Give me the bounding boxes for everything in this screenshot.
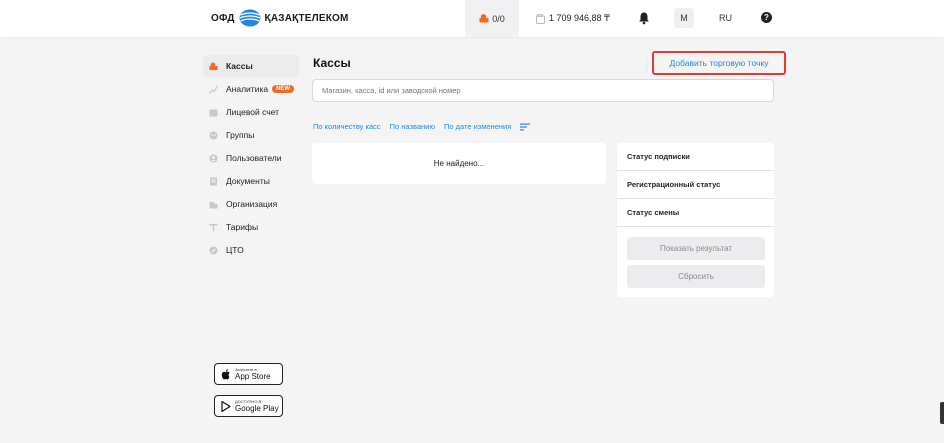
sort-by-name[interactable]: По названию xyxy=(390,122,435,131)
logo-company-text: ҚАЗАҚТЕЛЕКОМ xyxy=(264,12,349,24)
app-store-button[interactable]: Загрузите в App Store xyxy=(214,363,283,385)
sort-icon[interactable] xyxy=(520,123,531,131)
building-icon xyxy=(209,200,218,209)
cash-register-icon xyxy=(479,14,489,23)
logo-ofd-text: ОФД xyxy=(211,12,235,24)
user-icon xyxy=(209,154,218,163)
sidebar-item-groups[interactable]: Группы xyxy=(203,124,299,146)
sort-options: По количеству касс По названию По дате и… xyxy=(313,122,531,131)
sidebar-item-analytics[interactable]: Аналитика NEW xyxy=(203,78,299,100)
cashbox-counter[interactable]: 0/0 xyxy=(465,0,519,37)
language-switch[interactable]: RU xyxy=(719,13,732,23)
sidebar-item-label: ЦТО xyxy=(226,245,244,255)
wallet-icon xyxy=(536,13,545,24)
sidebar-item-label: Кассы xyxy=(226,61,253,71)
top-header: ОФД ҚАЗАҚТЕЛЕКОМ 0/0 1 709 946,88 ₸ M RU… xyxy=(0,0,944,37)
tariff-icon xyxy=(209,223,218,232)
sort-by-count[interactable]: По количеству касс xyxy=(313,122,381,131)
bell-icon[interactable] xyxy=(638,11,650,25)
search-input[interactable] xyxy=(312,79,774,102)
cash-register-icon xyxy=(209,61,218,71)
sidebar-item-users[interactable]: Пользователи xyxy=(203,147,299,169)
sidebar-item-label: Документы xyxy=(226,176,270,186)
google-play-text: Google Play xyxy=(235,403,279,413)
chart-icon xyxy=(209,85,218,94)
sidebar-item-label: Аналитика xyxy=(226,84,269,94)
scroll-handle[interactable] xyxy=(940,402,944,424)
filter-panel: Статус подписки Регистрационный статус С… xyxy=(617,143,774,297)
play-icon xyxy=(221,400,231,412)
balance[interactable]: 1 709 946,88 ₸ xyxy=(536,0,610,37)
filter-registration-status[interactable]: Регистрационный статус xyxy=(617,171,774,199)
cashbox-counter-value: 0/0 xyxy=(492,13,505,24)
filter-shift-status[interactable]: Статус смены xyxy=(617,199,774,227)
sidebar-item-label: Лицевой счет xyxy=(226,107,280,117)
sidebar-item-label: Организация xyxy=(226,199,278,209)
wallet-icon xyxy=(209,108,218,117)
document-icon xyxy=(209,177,218,186)
user-avatar[interactable]: M xyxy=(674,8,694,28)
kazakhtelecom-logo-icon xyxy=(239,9,261,27)
help-icon[interactable]: ? xyxy=(761,12,772,23)
sidebar-item-cto[interactable]: ЦТО xyxy=(203,239,299,261)
sidebar-item-kassy[interactable]: Кассы xyxy=(203,55,299,77)
sidebar-nav: Кассы Аналитика NEW Лицевой счет Группы … xyxy=(203,55,299,262)
sidebar-item-account[interactable]: Лицевой счет xyxy=(203,101,299,123)
google-play-button[interactable]: ДОСТУПНО В Google Play xyxy=(214,395,283,417)
sidebar-item-label: Группы xyxy=(226,130,255,140)
groups-icon xyxy=(209,131,218,140)
sidebar-item-documents[interactable]: Документы xyxy=(203,170,299,192)
service-icon xyxy=(209,246,218,255)
new-badge: NEW xyxy=(272,85,295,93)
sidebar-item-label: Пользователи xyxy=(226,153,282,163)
reset-button[interactable]: Сбросить xyxy=(627,265,765,288)
filter-subscription-status[interactable]: Статус подписки xyxy=(617,143,774,171)
page-title: Кассы xyxy=(313,56,351,70)
balance-value: 1 709 946,88 ₸ xyxy=(549,13,610,23)
sort-by-date[interactable]: По дате изменения xyxy=(444,122,511,131)
sidebar-item-organization[interactable]: Организация xyxy=(203,193,299,215)
sidebar-item-label: Тарифы xyxy=(226,222,259,232)
logo[interactable]: ОФД ҚАЗАҚТЕЛЕКОМ xyxy=(211,9,349,27)
show-results-button[interactable]: Показать результат xyxy=(627,237,765,260)
add-trade-point-button[interactable]: Добавить торговую точку xyxy=(652,51,786,75)
sidebar-item-tariffs[interactable]: Тарифы xyxy=(203,216,299,238)
results-empty-card: Не найдено... xyxy=(312,143,606,184)
apple-icon xyxy=(221,368,230,379)
app-store-text: App Store xyxy=(235,371,271,381)
empty-message: Не найдено... xyxy=(433,159,485,168)
